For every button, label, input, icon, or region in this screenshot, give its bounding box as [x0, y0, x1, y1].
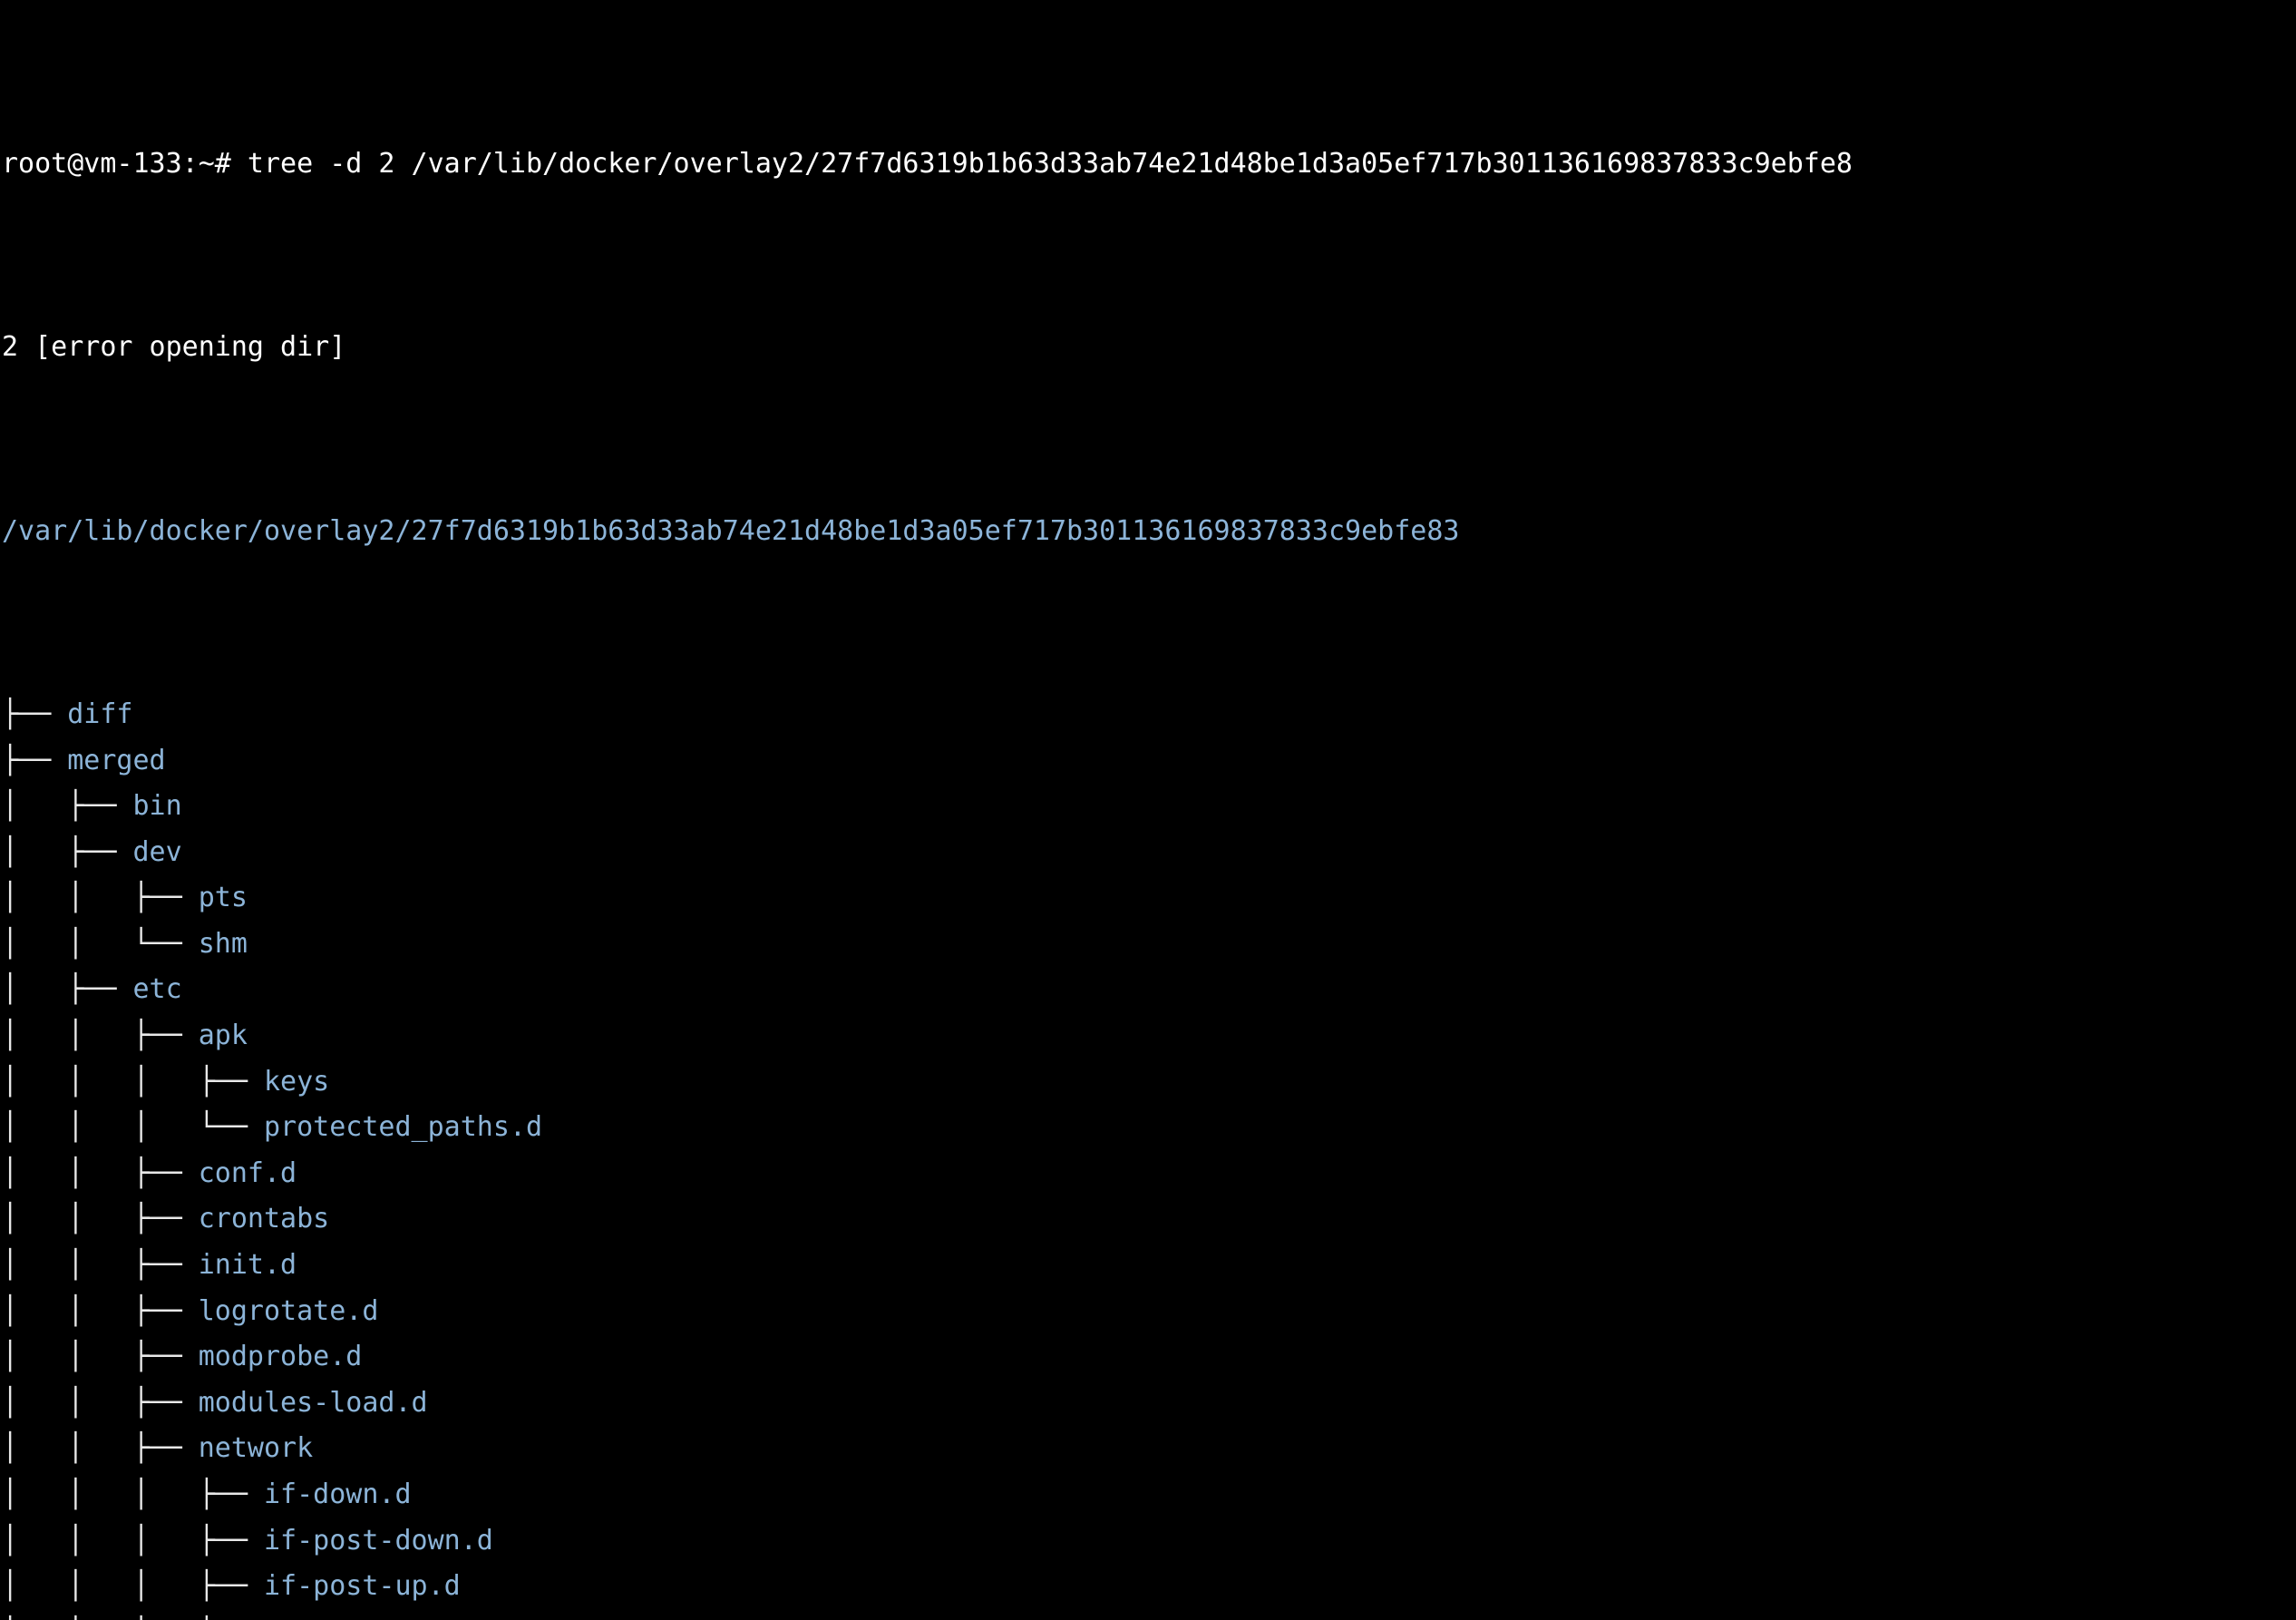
- tree-directory-name: conf.d: [198, 1156, 297, 1189]
- tree-row: │ │ │ ├── if-post-down.d: [2, 1518, 2296, 1565]
- tree-branch-glyphs: │ │ │ ├──: [2, 1065, 264, 1098]
- tree-row: │ ├── bin: [2, 784, 2296, 830]
- tree-branch-glyphs: │ │ ├──: [2, 882, 199, 914]
- shell-command-wrapped-2: 2 [error opening dir]: [2, 331, 346, 364]
- tree-directory-name: init.d: [198, 1249, 297, 1282]
- tree-directory-name: if-post-up.d: [263, 1570, 461, 1603]
- tree-directory-name: crontabs: [198, 1203, 330, 1235]
- tree-row: ├── merged: [2, 738, 2296, 785]
- tree-directory-name: network: [198, 1432, 314, 1465]
- tree-row: │ │ │ ├── if-down.d: [2, 1472, 2296, 1518]
- tree-row: │ │ └── shm: [2, 922, 2296, 968]
- tree-directory-name: merged: [67, 744, 166, 776]
- tree-row: │ │ ├── modprobe.d: [2, 1334, 2296, 1381]
- tree-row: │ │ ├── modules-load.d: [2, 1381, 2296, 1427]
- command-line-2: 2 [error opening dir]: [2, 325, 2296, 371]
- tree-row: │ │ │ ├── if-pre-down.d: [2, 1610, 2296, 1620]
- terminal-screen[interactable]: root@vm-133:~# tree -d 2 /var/lib/docker…: [0, 0, 2296, 1620]
- tree-root-path-text: /var/lib/docker/overlay2/27f7d6319b1b63d…: [2, 514, 1460, 547]
- tree-branch-glyphs: │ │ ├──: [2, 1156, 199, 1189]
- tree-directory-name: keys: [263, 1065, 330, 1098]
- tree-branch-glyphs: │ │ ├──: [2, 1294, 199, 1327]
- tree-directory-name: if-down.d: [263, 1478, 412, 1510]
- tree-branch-glyphs: │ ├──: [2, 790, 133, 823]
- tree-branch-glyphs: │ │ ├──: [2, 1432, 199, 1465]
- tree-directory-name: modprobe.d: [198, 1341, 363, 1373]
- tree-row: │ │ ├── init.d: [2, 1243, 2296, 1289]
- tree-row: │ │ │ └── protected_paths.d: [2, 1105, 2296, 1151]
- tree-branch-glyphs: │ │ │ ├──: [2, 1524, 264, 1557]
- tree-row: │ │ ├── apk: [2, 1013, 2296, 1059]
- tree-row: │ │ ├── logrotate.d: [2, 1289, 2296, 1335]
- tree-row: │ │ │ ├── if-post-up.d: [2, 1564, 2296, 1610]
- tree-output: ├── diff ├── merged │ ├── bin │ ├── dev │ │ …: [2, 692, 2296, 1620]
- tree-row: ├── diff: [2, 692, 2296, 738]
- tree-branch-glyphs: │ │ └──: [2, 927, 199, 960]
- tree-row: │ │ ├── network: [2, 1426, 2296, 1472]
- shell-prompt-and-command-wrapped-1: root@vm-133:~# tree -d 2 /var/lib/docker…: [2, 147, 1853, 180]
- command-line-1: root@vm-133:~# tree -d 2 /var/lib/docker…: [2, 142, 2296, 188]
- tree-directory-name: pts: [198, 882, 248, 914]
- tree-row: │ │ │ ├── keys: [2, 1059, 2296, 1106]
- tree-directory-name: logrotate.d: [198, 1294, 379, 1327]
- tree-row: │ ├── etc: [2, 967, 2296, 1013]
- tree-branch-glyphs: ├──: [2, 698, 68, 730]
- tree-root-path: /var/lib/docker/overlay2/27f7d6319b1b63d…: [2, 509, 2296, 555]
- tree-branch-glyphs: │ │ ├──: [2, 1249, 199, 1282]
- tree-branch-glyphs: │ │ ├──: [2, 1020, 199, 1052]
- tree-branch-glyphs: │ │ ├──: [2, 1341, 199, 1373]
- tree-branch-glyphs: │ ├──: [2, 835, 133, 868]
- tree-branch-glyphs: │ │ ├──: [2, 1386, 199, 1419]
- tree-directory-name: if-post-down.d: [263, 1524, 493, 1557]
- tree-directory-name: etc: [132, 973, 182, 1006]
- tree-branch-glyphs: │ ├──: [2, 973, 133, 1006]
- tree-branch-glyphs: │ │ ├──: [2, 1203, 199, 1235]
- tree-directory-name: diff: [67, 698, 133, 730]
- tree-row: │ │ ├── crontabs: [2, 1196, 2296, 1243]
- tree-branch-glyphs: │ │ │ ├──: [2, 1478, 264, 1510]
- tree-directory-name: apk: [198, 1020, 248, 1052]
- tree-directory-name: modules-load.d: [198, 1386, 428, 1419]
- tree-branch-glyphs: │ │ │ ├──: [2, 1570, 264, 1603]
- tree-branch-glyphs: ├──: [2, 744, 68, 776]
- tree-directory-name: if-pre-down.d: [264, 1616, 477, 1620]
- tree-directory-name: dev: [132, 835, 182, 868]
- tree-row: │ │ ├── pts: [2, 875, 2296, 922]
- tree-row: │ ├── dev: [2, 830, 2296, 876]
- tree-directory-name: bin: [132, 790, 182, 823]
- tree-directory-name: protected_paths.d: [263, 1111, 543, 1144]
- tree-branch-glyphs: │ │ │ └──: [2, 1111, 264, 1144]
- tree-directory-name: shm: [198, 927, 248, 960]
- tree-branch-glyphs: │ │ │ ├──: [2, 1616, 264, 1620]
- tree-row: │ │ ├── conf.d: [2, 1151, 2296, 1197]
